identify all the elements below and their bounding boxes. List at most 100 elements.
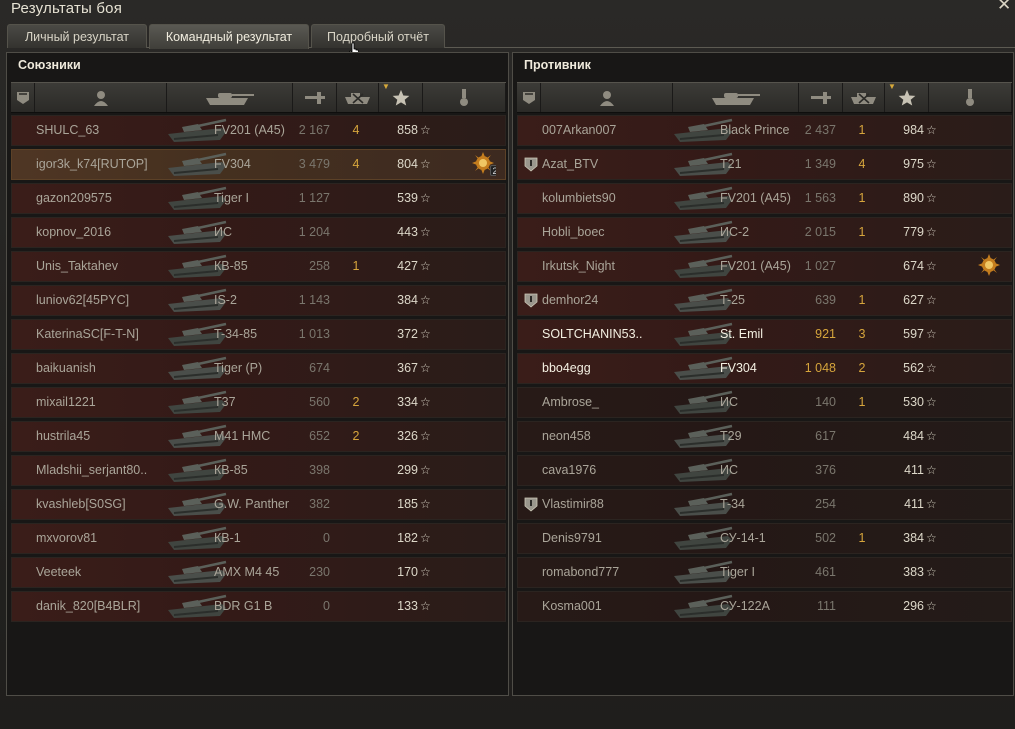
tab-personal-result[interactable]: Личный результат xyxy=(7,24,147,48)
experience-value: 627 xyxy=(903,293,924,307)
ally-player-row[interactable]: kopnov_2016 ИС 1 204 443 ☆ xyxy=(11,217,506,248)
experience-value: 133 xyxy=(397,599,418,613)
ally-player-row[interactable]: mxvorov81 КВ-1 0 182 ☆ xyxy=(11,523,506,554)
player-name: hustrila45 xyxy=(36,429,91,443)
experience-value: 334 xyxy=(397,395,418,409)
header-tank-icon[interactable] xyxy=(673,83,799,112)
damage-value: 2 167 xyxy=(298,123,330,137)
experience-value: 372 xyxy=(397,327,418,341)
experience-star-icon: ☆ xyxy=(926,429,937,443)
player-name: romabond777 xyxy=(542,565,620,579)
achievement-medal[interactable] xyxy=(962,252,1002,281)
enemy-player-row[interactable]: SOLTCHANIN53.. St. Emil 921 3 597 ☆ xyxy=(517,319,1012,350)
player-name: Unis_Taktahev xyxy=(36,259,118,273)
close-icon[interactable]: ✕ xyxy=(997,0,1011,13)
squad-badge xyxy=(524,354,540,383)
enemy-player-row[interactable]: Kosma001 СУ-122А 111 296 ☆ xyxy=(517,591,1012,622)
tab-team-result[interactable]: Командный результат xyxy=(149,24,309,49)
ally-player-row[interactable]: hustrila45 M41 HMC 652 2 326 ☆ xyxy=(11,421,506,452)
damage-value: 140 xyxy=(815,395,836,409)
ally-player-row[interactable]: Mladshii_serjant80.. КВ-85 398 299 ☆ xyxy=(11,455,506,486)
enemy-player-row[interactable]: Ambrose_ ИС 140 1 530 ☆ xyxy=(517,387,1012,418)
achievement-medal[interactable]: 2 xyxy=(456,150,496,179)
kills-value xyxy=(346,456,366,485)
header-damage-shell-icon[interactable] xyxy=(293,83,337,112)
experience-value: 383 xyxy=(903,565,924,579)
ally-player-row[interactable]: kvashleb[S0SG] G.W. Panther 382 185 ☆ xyxy=(11,489,506,520)
enemy-player-row[interactable]: Irkutsk_Night FV201 (A45) 1 027 674 ☆ xyxy=(517,251,1012,282)
enemy-player-row[interactable]: Azat_BTV T21 1 349 4 975 ☆ xyxy=(517,149,1012,180)
enemy-player-row[interactable]: kolumbiets90 FV201 (A45) 1 563 1 890 ☆ xyxy=(517,183,1012,214)
squad-badge xyxy=(18,354,34,383)
player-name: bbo4egg xyxy=(542,361,591,375)
squad-badge xyxy=(524,592,540,621)
experience-star-icon: ☆ xyxy=(420,327,431,341)
header-tank-icon[interactable] xyxy=(167,83,293,112)
ally-player-row[interactable]: Unis_Taktahev КВ-85 258 1 427 ☆ xyxy=(11,251,506,282)
enemy-player-row[interactable]: demhor24 T-25 639 1 627 ☆ xyxy=(517,285,1012,316)
squad-badge xyxy=(524,184,540,213)
player-name: Ambrose_ xyxy=(542,395,599,409)
enemies-column-header: ▼ xyxy=(517,82,1012,113)
damage-value: 398 xyxy=(309,463,330,477)
ally-player-row[interactable]: SHULC_63 FV201 (A45) 2 167 4 858 ☆ xyxy=(11,115,506,146)
damage-value: 1 027 xyxy=(804,259,836,273)
header-damage-shell-icon[interactable] xyxy=(799,83,843,112)
experience-star-icon: ☆ xyxy=(926,599,937,613)
header-squad-badge-icon[interactable] xyxy=(11,83,35,112)
enemy-player-row[interactable]: Vlastimir88 T-34 254 411 ☆ xyxy=(517,489,1012,520)
enemy-player-row[interactable]: romabond777 Tiger I 461 383 ☆ xyxy=(517,557,1012,588)
enemy-player-row[interactable]: bbo4egg FV304 1 048 2 562 ☆ xyxy=(517,353,1012,384)
experience-star-icon xyxy=(898,89,915,106)
experience-value: 539 xyxy=(397,191,418,205)
enemies-panel: Противник ▼ 007Arkan007 Black Prince 2 437… xyxy=(512,52,1014,696)
experience-value: 597 xyxy=(903,327,924,341)
player-name: Azat_BTV xyxy=(542,157,599,171)
enemy-player-row[interactable]: cava1976 ИС 376 411 ☆ xyxy=(517,455,1012,486)
header-experience-star-icon[interactable]: ▼ xyxy=(379,82,423,112)
squad-badge xyxy=(524,218,540,247)
experience-star-icon: ☆ xyxy=(926,123,937,137)
kills-value: 1 xyxy=(858,395,866,409)
ally-player-row[interactable]: mixail1221 T37 560 2 334 ☆ xyxy=(11,387,506,418)
player-name: kolumbiets90 xyxy=(542,191,616,205)
ally-player-row[interactable]: danik_820[B4BLR] BDR G1 B 0 133 ☆ xyxy=(11,591,506,622)
damage-value: 0 xyxy=(323,531,330,545)
experience-star-icon: ☆ xyxy=(926,565,937,579)
experience-star-icon: ☆ xyxy=(420,259,431,273)
enemy-player-row[interactable]: Hobli_boec ИС-2 2 015 1 779 ☆ xyxy=(517,217,1012,248)
kills-value: 4 xyxy=(352,157,360,171)
header-destroyed-tank-icon[interactable] xyxy=(337,83,379,112)
squad-badge xyxy=(18,592,34,621)
experience-value: 427 xyxy=(397,259,418,273)
player-icon xyxy=(599,90,614,106)
enemy-player-row[interactable]: 007Arkan007 Black Prince 2 437 1 984 ☆ xyxy=(517,115,1012,146)
medal-icon xyxy=(966,88,974,106)
header-medal-icon[interactable] xyxy=(423,83,506,112)
experience-value: 170 xyxy=(397,565,418,579)
experience-value: 530 xyxy=(903,395,924,409)
header-experience-star-icon[interactable]: ▼ xyxy=(885,82,929,112)
header-destroyed-tank-icon[interactable] xyxy=(843,83,885,112)
player-name: igor3k_k74[RUTOP] xyxy=(36,157,148,171)
ally-player-row[interactable]: KaterinaSC[F-T-N] T-34-85 1 013 372 ☆ xyxy=(11,319,506,350)
experience-value: 326 xyxy=(397,429,418,443)
ally-player-row[interactable]: Veeteek AMX M4 45 230 170 ☆ xyxy=(11,557,506,588)
kills-value xyxy=(346,490,366,519)
squad-badge xyxy=(524,252,540,281)
ally-player-row[interactable]: igor3k_k74[RUTOP] FV304 3 479 4 804 ☆ 2 xyxy=(11,149,506,180)
experience-value: 411 xyxy=(904,463,924,477)
ally-player-row[interactable]: luniov62[45PYC] IS-2 1 143 384 ☆ xyxy=(11,285,506,316)
ally-player-row[interactable]: gazon209575 Tiger I1 127 539 ☆ xyxy=(11,183,506,214)
header-player-icon[interactable] xyxy=(541,83,673,112)
header-medal-icon[interactable] xyxy=(929,83,1012,112)
ally-player-row[interactable]: baikuanish Tiger (P) 674 367 ☆ xyxy=(11,353,506,384)
kills-value xyxy=(346,592,366,621)
experience-star-icon: ☆ xyxy=(926,157,937,171)
enemy-player-row[interactable]: neon458 T29 617 484 ☆ xyxy=(517,421,1012,452)
experience-star-icon: ☆ xyxy=(420,463,431,477)
enemy-player-row[interactable]: Denis9791 СУ-14-1 502 1 384 ☆ xyxy=(517,523,1012,554)
header-squad-badge-icon[interactable] xyxy=(517,83,541,112)
header-player-icon[interactable] xyxy=(35,83,167,112)
tab-detailed-report[interactable]: Подробный отчёт xyxy=(311,24,445,48)
